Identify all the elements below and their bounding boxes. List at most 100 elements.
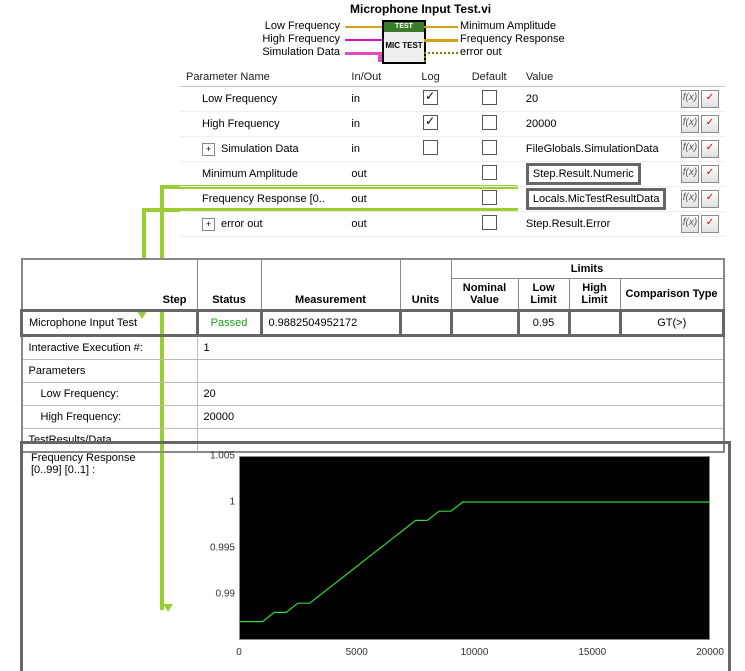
fx-button[interactable]: f(x) — [681, 215, 699, 233]
default-checkbox[interactable] — [482, 215, 497, 230]
step-comparison: GT(>) — [620, 311, 724, 336]
results-table: Step Status Measurement Units Limits Nom… — [20, 258, 725, 453]
param-value[interactable]: 20 — [520, 87, 673, 112]
wire-line-error — [424, 52, 458, 56]
check-button[interactable]: ✓ — [701, 90, 719, 108]
x-tick: 5000 — [346, 647, 368, 658]
check-button[interactable]: ✓ — [701, 165, 719, 183]
wire-line-high-freq — [345, 39, 382, 41]
param-value-box[interactable]: Locals.MicTestResultData — [526, 188, 667, 210]
param-inout: in — [345, 87, 402, 112]
x-tick: 10000 — [461, 647, 489, 658]
result-label: Interactive Execution #: — [22, 336, 198, 360]
wire-line-freq-resp — [424, 39, 458, 42]
result-detail-row: Interactive Execution #:1 — [22, 336, 724, 360]
param-name: High Frequency — [180, 112, 345, 137]
step-units — [400, 311, 451, 336]
param-name: Low Frequency — [180, 87, 345, 112]
test-icon-band: TEST — [384, 22, 424, 32]
param-value[interactable]: Step.Result.Numeric — [520, 162, 673, 187]
wire-line-sim — [345, 52, 382, 55]
results-header-units: Units — [400, 259, 451, 311]
log-checkbox[interactable] — [423, 115, 438, 130]
wire-right-0: Minimum Amplitude — [460, 20, 556, 32]
results-step-row[interactable]: Microphone Input Test Passed 0.988250495… — [22, 311, 724, 336]
check-button[interactable]: ✓ — [701, 140, 719, 158]
plot-grid — [239, 456, 710, 640]
param-name: Minimum Amplitude — [180, 162, 345, 187]
result-label: Low Frequency: — [22, 383, 198, 406]
results-header-low: Low Limit — [518, 279, 569, 311]
log-checkbox[interactable] — [423, 90, 438, 105]
param-inout: out — [345, 162, 402, 187]
default-checkbox[interactable] — [482, 115, 497, 130]
fx-button[interactable]: f(x) — [681, 165, 699, 183]
default-checkbox[interactable] — [482, 190, 497, 205]
default-checkbox[interactable] — [482, 90, 497, 105]
result-value: 1 — [197, 336, 724, 360]
param-value[interactable]: FileGlobals.SimulationData — [520, 137, 673, 162]
param-row[interactable]: Minimum Amplitudeout Step.Result.Numeric f… — [180, 162, 725, 187]
param-header-value: Value — [520, 68, 673, 87]
test-icon: TEST MIC TEST — [382, 20, 426, 64]
fx-button[interactable]: f(x) — [681, 140, 699, 158]
result-detail-row: High Frequency:20000 — [22, 406, 724, 429]
expand-icon[interactable]: + — [202, 143, 215, 156]
y-tick: 1 — [199, 497, 235, 508]
param-value[interactable]: Locals.MicTestResultData — [520, 187, 673, 212]
param-header-name: Parameter Name — [180, 68, 345, 87]
param-header-default: Default — [458, 68, 519, 87]
param-row[interactable]: +Simulation DatainFileGlobals.Simulation… — [180, 137, 725, 162]
y-tick: 0.99 — [199, 589, 235, 600]
wire-line-error-v — [424, 52, 428, 62]
param-row[interactable]: +error outoutStep.Result.Errorf(x)✓ — [180, 212, 725, 237]
param-name: Frequency Response [0.. — [180, 187, 345, 212]
x-tick: 20000 — [696, 647, 724, 658]
check-button[interactable]: ✓ — [701, 215, 719, 233]
param-header-inout: In/Out — [345, 68, 402, 87]
expand-icon[interactable]: + — [202, 218, 215, 231]
fx-button[interactable]: f(x) — [681, 90, 699, 108]
result-value: 20 — [197, 383, 724, 406]
default-checkbox[interactable] — [482, 165, 497, 180]
param-row[interactable]: Frequency Response [0..outLocals.MicTest… — [180, 187, 725, 212]
result-value — [197, 360, 724, 383]
log-checkbox[interactable] — [423, 140, 438, 155]
param-header-log: Log — [403, 68, 459, 87]
param-inout: out — [345, 212, 402, 237]
result-value: 20000 — [197, 406, 724, 429]
wire-left-2: Simulation Data — [262, 46, 340, 58]
step-nominal — [451, 311, 518, 336]
root: { "title":"Microphone Input Test.vi", "w… — [0, 0, 745, 671]
param-value[interactable]: Step.Result.Error — [520, 212, 673, 237]
step-low-limit: 0.95 — [518, 311, 569, 336]
results-header-high: High Limit — [569, 279, 620, 311]
step-status: Passed — [197, 311, 261, 336]
wire-left-0: Low Frequency — [265, 20, 340, 32]
wire-right-2: error out — [460, 46, 502, 58]
param-row[interactable]: Low Frequencyin 20 f(x)✓ — [180, 87, 725, 112]
test-icon-text: MIC TEST — [384, 32, 424, 58]
param-value[interactable]: 20000 — [520, 112, 673, 137]
wire-line-sim-v — [378, 52, 382, 62]
step-name: Microphone Input Test — [22, 311, 198, 336]
param-row[interactable]: High Frequencyin20000f(x)✓ — [180, 112, 725, 137]
results-header-meas: Measurement — [261, 259, 400, 311]
default-checkbox[interactable] — [482, 140, 497, 155]
step-measurement: 0.9882504952172 — [261, 311, 400, 336]
results-header-status: Status — [197, 259, 261, 311]
chart-plot[interactable]: 1.00510.9950.99 05000100001500020000 — [199, 448, 718, 668]
fx-button[interactable]: f(x) — [681, 115, 699, 133]
check-button[interactable]: ✓ — [701, 190, 719, 208]
wire-left-1: High Frequency — [262, 33, 340, 45]
results-header-comp: Comparison Type — [620, 279, 724, 311]
wire-line-low-freq — [345, 26, 382, 28]
fx-button[interactable]: f(x) — [681, 190, 699, 208]
y-tick: 1.005 — [199, 451, 235, 462]
y-tick: 0.995 — [199, 543, 235, 554]
result-label: High Frequency: — [22, 406, 198, 429]
results-header-limits: Limits — [451, 259, 724, 279]
param-value-box[interactable]: Step.Result.Numeric — [526, 163, 641, 185]
results-header-nom: Nominal Value — [451, 279, 518, 311]
check-button[interactable]: ✓ — [701, 115, 719, 133]
